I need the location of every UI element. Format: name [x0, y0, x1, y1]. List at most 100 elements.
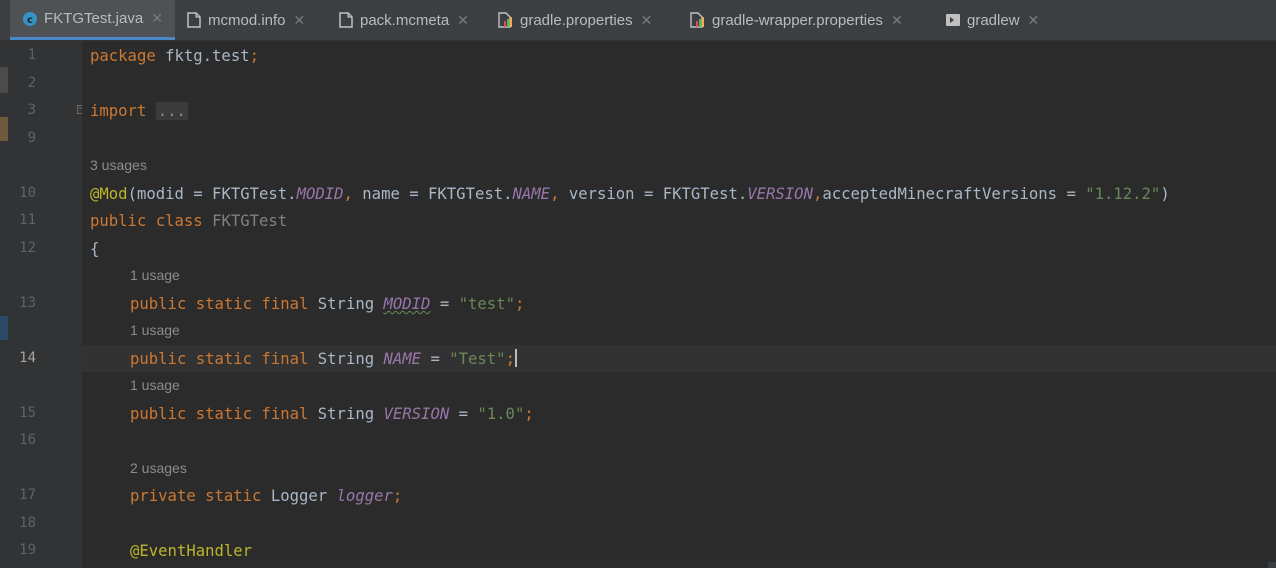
- tab-fktgtest-java[interactable]: c FKTGTest.java ✕: [10, 0, 175, 40]
- change-marker[interactable]: [0, 316, 8, 340]
- line-number: 15: [19, 405, 36, 421]
- string-literal: "test": [458, 295, 515, 313]
- semicolon: ;: [249, 47, 259, 65]
- close-icon[interactable]: ✕: [294, 12, 306, 29]
- keyword: public static final: [130, 295, 309, 313]
- keyword: private static: [130, 487, 262, 505]
- usages-hint[interactable]: 1 usage: [130, 322, 180, 338]
- semicolon: ;: [392, 487, 403, 505]
- line-number-gutter: 1 2 3 9 10 11 12 13 14 15 16 17 18 19: [10, 41, 82, 568]
- code-editor[interactable]: package fktg.test; import ... 3 usages @…: [82, 41, 1276, 568]
- usages-hint[interactable]: 1 usage: [130, 377, 180, 393]
- line-number: 17: [19, 487, 36, 503]
- code-text: version = FKTGTest.: [559, 185, 748, 203]
- close-icon[interactable]: ✕: [1028, 12, 1040, 29]
- tab-label: mcmod.info: [208, 11, 286, 29]
- file-icon: [186, 12, 202, 28]
- package-name: fktg.test: [155, 47, 250, 65]
- code-text: name = FKTGTest.: [352, 185, 513, 203]
- close-icon[interactable]: ✕: [891, 12, 903, 29]
- line-number-current: 14: [19, 350, 36, 366]
- line-number: 13: [19, 295, 36, 311]
- type-name: String: [308, 350, 384, 368]
- shell-script-icon: [945, 12, 961, 28]
- usages-hint[interactable]: 2 usages: [130, 460, 187, 476]
- annotation: @Mod: [90, 185, 128, 203]
- file-icon: [338, 12, 354, 28]
- code-line-12: {: [90, 239, 99, 259]
- constant-name: VERSION: [383, 405, 450, 423]
- properties-file-icon: [690, 12, 706, 28]
- line-number: 2: [27, 75, 36, 91]
- code-line-14: public static final String NAME = "Test"…: [130, 349, 517, 369]
- line-number: 12: [19, 240, 36, 256]
- constant-name: MODID: [383, 295, 431, 313]
- change-marker[interactable]: [0, 117, 8, 141]
- text-caret: [514, 349, 517, 367]
- java-class-icon: c: [22, 11, 38, 27]
- close-icon[interactable]: ✕: [151, 10, 163, 27]
- string-literal: "Test": [449, 350, 506, 368]
- comma: ,: [343, 185, 353, 203]
- code-line-13: public static final String MODID = "test…: [130, 294, 524, 314]
- tab-label: gradle.properties: [520, 11, 633, 29]
- editor-tab-bar: c FKTGTest.java ✕ mcmod.info ✕ pack.mcme…: [0, 0, 1276, 41]
- close-icon[interactable]: ✕: [641, 12, 653, 29]
- usages-hint[interactable]: 3 usages: [90, 157, 147, 173]
- code-line-11: public class FKTGTest: [90, 211, 287, 231]
- tab-pack-mcmeta[interactable]: pack.mcmeta ✕: [338, 0, 469, 40]
- tab-gradle-properties[interactable]: gradle.properties ✕: [498, 0, 652, 40]
- code-text: acceptedMinecraftVersions =: [822, 185, 1086, 203]
- code-line-3: import ...: [90, 101, 188, 121]
- constant-ref: NAME: [512, 185, 551, 203]
- operator: =: [430, 295, 459, 313]
- line-number: 10: [19, 185, 36, 201]
- code-line-1: package fktg.test;: [90, 46, 259, 66]
- line-number: 9: [27, 130, 36, 146]
- line-number: 19: [19, 542, 36, 558]
- line-number: 3: [27, 102, 36, 118]
- string-literal: "1.12.2": [1085, 185, 1161, 203]
- properties-file-icon: [498, 12, 514, 28]
- field-name: logger: [336, 487, 393, 505]
- keyword: public static final: [130, 405, 309, 423]
- tab-label: pack.mcmeta: [360, 11, 450, 29]
- type-name: Logger: [261, 487, 337, 505]
- code-text: (modid = FKTGTest.: [127, 185, 297, 203]
- keyword: public class: [90, 212, 203, 230]
- comma: ,: [812, 185, 823, 203]
- code-line-19: @EventHandler: [130, 541, 252, 561]
- keyword: package: [90, 47, 156, 65]
- type-name: String: [308, 295, 384, 313]
- paren: ): [1160, 185, 1170, 203]
- tab-gradlew[interactable]: gradlew ✕: [945, 0, 1039, 40]
- semicolon: ;: [514, 295, 525, 313]
- tab-label: gradle-wrapper.properties: [712, 11, 883, 29]
- annotation: @EventHandler: [130, 542, 253, 560]
- brace: {: [90, 240, 100, 258]
- class-name: FKTGTest: [212, 212, 288, 230]
- tab-mcmod-info[interactable]: mcmod.info ✕: [186, 0, 305, 40]
- constant-name: NAME: [383, 350, 422, 368]
- operator: =: [421, 350, 450, 368]
- usages-hint[interactable]: 1 usage: [130, 267, 180, 283]
- type-name: String: [308, 405, 384, 423]
- close-icon[interactable]: ✕: [457, 12, 469, 29]
- keyword: import: [90, 102, 147, 120]
- tab-gradle-wrapper-properties[interactable]: gradle-wrapper.properties ✕: [690, 0, 903, 40]
- line-number: 18: [19, 515, 36, 531]
- tab-label: FKTGTest.java: [44, 10, 144, 27]
- keyword: public static final: [130, 350, 309, 368]
- constant-ref: MODID: [296, 185, 344, 203]
- code-line-15: public static final String VERSION = "1.…: [130, 404, 534, 424]
- line-number: 11: [19, 212, 36, 228]
- scrollbar-corner: [1268, 562, 1276, 568]
- folded-imports[interactable]: ...: [155, 102, 188, 120]
- operator: =: [449, 405, 478, 423]
- code-line-17: private static Logger logger;: [130, 486, 402, 506]
- tab-label: gradlew: [967, 11, 1020, 29]
- line-number: 1: [27, 47, 36, 63]
- change-marker[interactable]: [0, 67, 8, 93]
- line-number: 16: [19, 432, 36, 448]
- code-line-10: @Mod(modid = FKTGTest.MODID, name = FKTG…: [90, 184, 1170, 204]
